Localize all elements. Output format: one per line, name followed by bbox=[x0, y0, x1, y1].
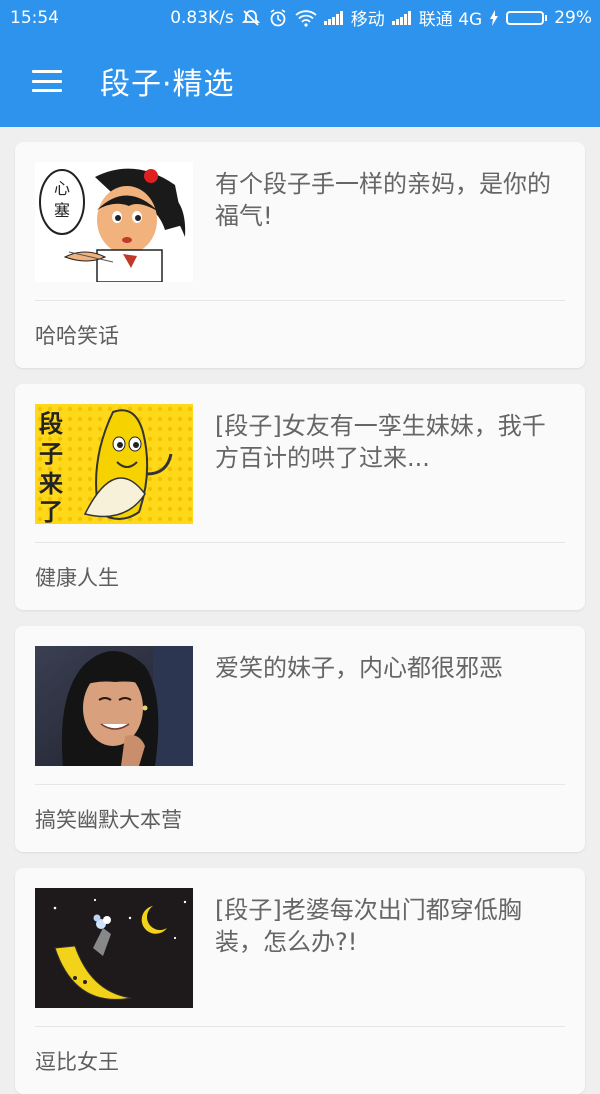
signal-2-icon bbox=[391, 10, 412, 25]
card-divider bbox=[35, 542, 565, 543]
card-divider bbox=[35, 784, 565, 785]
thumb-text-2b: 子 bbox=[39, 440, 63, 468]
card-source: 哈哈笑话 bbox=[35, 324, 119, 348]
card-divider bbox=[35, 300, 565, 301]
battery-icon bbox=[506, 10, 548, 25]
signal-1-icon bbox=[323, 10, 344, 25]
banana-moon-thumbnail[interactable] bbox=[35, 888, 193, 1008]
card-divider bbox=[35, 1026, 565, 1027]
thumb-text-1b: 塞 bbox=[54, 201, 70, 220]
network-speed: 0.83K/s bbox=[170, 7, 234, 28]
thumb-text-2d: 了 bbox=[39, 498, 63, 524]
mute-icon bbox=[241, 8, 261, 28]
card-source: 逗比女王 bbox=[35, 1050, 119, 1074]
banana-cartoon-thumbnail[interactable]: 段 子 来 了 bbox=[35, 404, 193, 524]
status-bar: 15:54 0.83K/s 移动 联通 4G 29% bbox=[0, 0, 600, 35]
carrier-2: 联通 4G bbox=[418, 10, 483, 30]
smiling-woman-thumbnail[interactable] bbox=[35, 646, 193, 766]
page-title: 段子·精选 bbox=[100, 67, 235, 102]
thumb-text-1a: 心 bbox=[54, 179, 70, 198]
cartoon-girl-thumbnail[interactable]: 心 塞 bbox=[35, 162, 193, 282]
app-toolbar: 段子·精选 bbox=[0, 35, 600, 127]
status-time: 15:54 bbox=[10, 7, 59, 28]
card-title[interactable]: [段子]老婆每次出门都穿低胸装，怎么办?! bbox=[215, 894, 565, 958]
article-card[interactable]: 爱笑的妹子，内心都很邪恶 搞笑幽默大本营 bbox=[15, 626, 585, 852]
battery-percent: 29% bbox=[554, 7, 592, 28]
card-title[interactable]: 有个段子手一样的亲妈，是你的福气! bbox=[215, 168, 565, 232]
thumb-text-2a: 段 bbox=[39, 410, 63, 438]
charging-bolt-icon bbox=[489, 9, 499, 26]
card-source: 搞笑幽默大本营 bbox=[35, 808, 182, 832]
card-title[interactable]: [段子]女友有一孪生妹妹，我千方百计的哄了过来... bbox=[215, 410, 565, 474]
alarm-icon bbox=[268, 8, 288, 28]
article-card[interactable]: 心 塞 有个段子手一样的亲妈，是你的福气! 哈哈笑话 bbox=[15, 142, 585, 368]
carrier-1: 移动 bbox=[350, 10, 385, 30]
card-source: 健康人生 bbox=[35, 566, 119, 590]
article-card[interactable]: 段 子 来 了 [段子]女友有一孪生妹妹，我千方百计的哄了过来... 健康人生 bbox=[15, 384, 585, 610]
thumb-text-2c: 来 bbox=[39, 470, 64, 498]
wifi-icon bbox=[295, 9, 317, 27]
card-title[interactable]: 爱笑的妹子，内心都很邪恶 bbox=[215, 652, 565, 684]
article-card[interactable]: [段子]老婆每次出门都穿低胸装，怎么办?! 逗比女王 bbox=[15, 868, 585, 1094]
hamburger-menu-icon[interactable] bbox=[32, 70, 62, 92]
